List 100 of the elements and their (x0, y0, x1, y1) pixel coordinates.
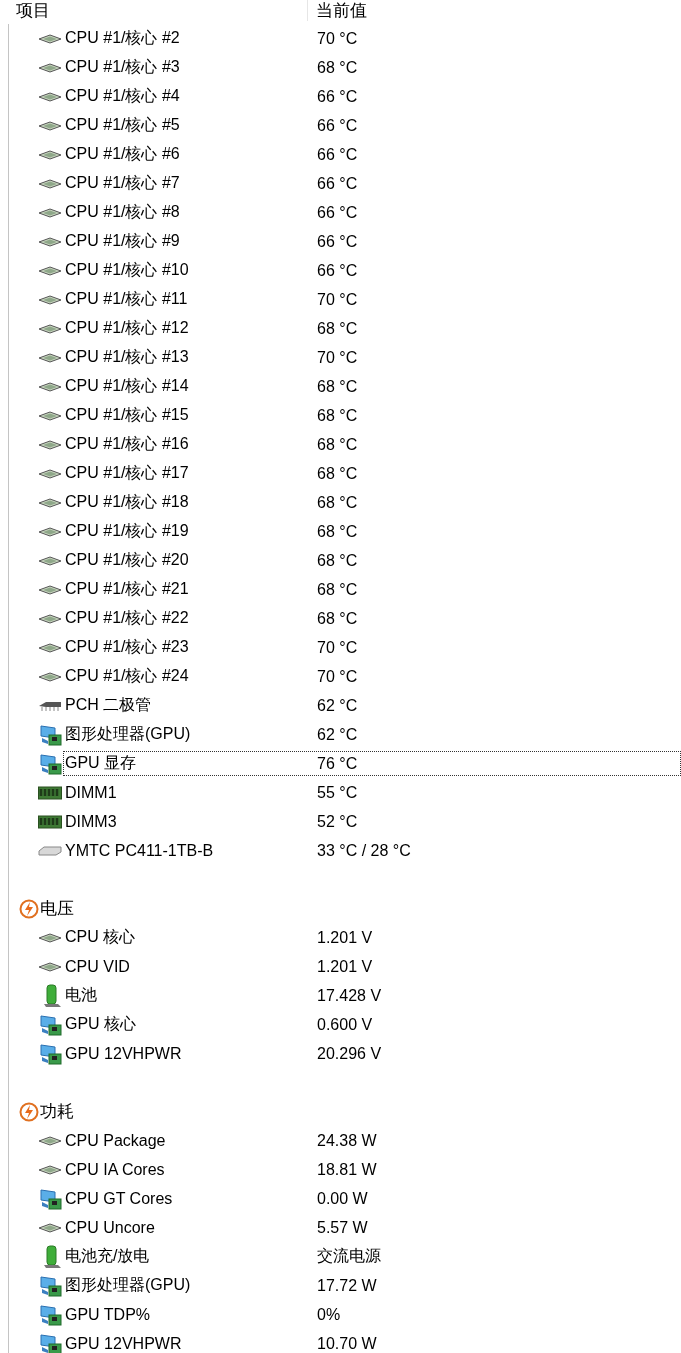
sensor-row[interactable]: CPU 核心 1.201 V (63, 925, 681, 950)
sensor-row[interactable]: CPU #1/核心 #15 68 °C (63, 403, 681, 428)
chip-icon (38, 352, 62, 363)
column-header[interactable]: 项目 (16, 1, 50, 20)
sensor-name: CPU #1/核心 #16 (64, 434, 190, 454)
chip-icon (38, 497, 62, 508)
sensor-name: CPU VID (64, 957, 131, 976)
sensor-row[interactable]: CPU #1/核心 #23 70 °C (63, 635, 681, 660)
section-heading[interactable]: 功耗 (40, 1100, 74, 1123)
sensor-value: 66 °C (317, 232, 358, 251)
chip-icon (38, 932, 62, 943)
chip-icon (38, 265, 62, 276)
sensor-row[interactable]: CPU #1/核心 #10 66 °C (63, 258, 681, 283)
sensor-name: CPU #1/核心 #8 (64, 202, 181, 222)
sensor-name: CPU #1/核心 #21 (64, 579, 190, 599)
sensor-name: CPU #1/核心 #13 (64, 347, 190, 367)
sensor-row[interactable]: CPU #1/核心 #19 68 °C (63, 519, 681, 544)
sensor-name: 图形处理器(GPU) (64, 724, 192, 744)
chip-icon (38, 91, 62, 102)
sensor-name: CPU #1/核心 #17 (64, 463, 190, 483)
sensor-value: 20.296 V (317, 1044, 382, 1063)
sensor-row[interactable]: CPU #1/核心 #3 68 °C (63, 55, 681, 80)
sensor-row[interactable]: CPU #1/核心 #14 68 °C (63, 374, 681, 399)
sensor-row[interactable]: CPU #1/核心 #12 68 °C (63, 316, 681, 341)
sensor-name: PCH 二极管 (64, 695, 153, 715)
sensor-value: 交流电源 (317, 1246, 381, 1266)
graphics-card-icon (40, 1013, 62, 1036)
sensor-row[interactable]: CPU #1/核心 #18 68 °C (63, 490, 681, 515)
sensor-row[interactable]: GPU 显存 76 °C (63, 751, 681, 776)
sensor-value: 68 °C (317, 493, 358, 512)
sensor-row[interactable]: CPU #1/核心 #8 66 °C (63, 200, 681, 225)
sensor-name: CPU #1/核心 #2 (64, 28, 181, 48)
sensor-value: 17.428 V (317, 986, 382, 1005)
chip-icon (38, 699, 62, 712)
sensor-name: CPU #1/核心 #5 (64, 115, 181, 135)
sensor-row[interactable]: CPU #1/核心 #16 68 °C (63, 432, 681, 457)
sensor-row[interactable]: GPU TDP% 0% (63, 1302, 681, 1327)
sensor-row[interactable]: CPU #1/核心 #21 68 °C (63, 577, 681, 602)
sensor-row[interactable]: YMTC PC411-1TB-B 33 °C / 28 °C (63, 838, 681, 863)
sensor-row[interactable]: CPU #1/核心 #2 70 °C (63, 26, 681, 51)
sensor-row[interactable]: CPU #1/核心 #17 68 °C (63, 461, 681, 486)
sensor-row[interactable]: CPU #1/核心 #6 66 °C (63, 142, 681, 167)
sensor-row[interactable]: 图形处理器(GPU) 62 °C (63, 722, 681, 747)
sensor-name: CPU Package (64, 1131, 167, 1150)
sensor-row[interactable]: CPU Uncore 5.57 W (63, 1215, 681, 1240)
sensor-value: 62 °C (317, 725, 358, 744)
sensor-value: 66 °C (317, 87, 358, 106)
sensor-row[interactable]: GPU 12VHPWR 20.296 V (63, 1041, 681, 1066)
chip-icon (38, 584, 62, 595)
section-heading[interactable]: 电压 (40, 897, 74, 920)
sensor-row[interactable]: 图形处理器(GPU) 17.72 W (63, 1273, 681, 1298)
sensor-row[interactable]: 电池 17.428 V (63, 983, 681, 1008)
sensor-value: 68 °C (317, 435, 358, 454)
sensor-value: 70 °C (317, 348, 358, 367)
sensor-row[interactable]: CPU #1/核心 #13 70 °C (63, 345, 681, 370)
sensor-row[interactable]: CPU #1/核心 #9 66 °C (63, 229, 681, 254)
sensor-value: 68 °C (317, 580, 358, 599)
sensor-name: CPU #1/核心 #12 (64, 318, 190, 338)
chip-icon (38, 526, 62, 537)
graphics-card-icon (40, 1187, 62, 1210)
sensor-value: 66 °C (317, 145, 358, 164)
sensor-row[interactable]: DIMM3 52 °C (63, 809, 681, 834)
sensor-row[interactable]: CPU #1/核心 #11 70 °C (63, 287, 681, 312)
sensor-row[interactable]: DIMM1 55 °C (63, 780, 681, 805)
sensor-row[interactable]: CPU GT Cores 0.00 W (63, 1186, 681, 1211)
chip-icon (38, 439, 62, 450)
sensor-value: 70 °C (317, 667, 358, 686)
sensor-value: 66 °C (317, 116, 358, 135)
sensor-row[interactable]: CPU #1/核心 #24 70 °C (63, 664, 681, 689)
sensor-value: 68 °C (317, 377, 358, 396)
sensor-row[interactable]: CPU #1/核心 #7 66 °C (63, 171, 681, 196)
sensor-value: 68 °C (317, 551, 358, 570)
sensor-name: 电池 (64, 985, 98, 1005)
chip-icon (38, 642, 62, 653)
sensor-value: 68 °C (317, 58, 358, 77)
sensor-row[interactable]: CPU Package 24.38 W (63, 1128, 681, 1153)
sensor-value: 18.81 W (317, 1160, 377, 1179)
sensor-value: 70 °C (317, 290, 358, 309)
sensor-row[interactable]: CPU #1/核心 #20 68 °C (63, 548, 681, 573)
chip-icon (38, 555, 62, 566)
sensor-name: GPU 显存 (64, 753, 138, 773)
sensor-name: CPU #1/核心 #11 (64, 289, 189, 309)
column-header[interactable]: 当前值 (316, 1, 367, 20)
sensor-value: 66 °C (317, 174, 358, 193)
sensor-name: 电池充/放电 (64, 1246, 151, 1266)
sensor-row[interactable]: CPU VID 1.201 V (63, 954, 681, 979)
sensor-row[interactable]: CPU #1/核心 #5 66 °C (63, 113, 681, 138)
sensor-row[interactable]: 电池充/放电 交流电源 (63, 1244, 681, 1269)
sensor-row[interactable]: GPU 12VHPWR 10.70 W (63, 1331, 681, 1353)
sensor-value: 68 °C (317, 464, 358, 483)
graphics-card-icon (40, 1303, 62, 1326)
sensor-value: 68 °C (317, 609, 358, 628)
chip-icon (38, 62, 62, 73)
sensor-row[interactable]: CPU #1/核心 #22 68 °C (63, 606, 681, 631)
sensor-row[interactable]: CPU IA Cores 18.81 W (63, 1157, 681, 1182)
sensor-value: 1.201 V (317, 928, 373, 947)
sensor-row[interactable]: CPU #1/核心 #4 66 °C (63, 84, 681, 109)
sensor-row[interactable]: GPU 核心 0.600 V (63, 1012, 681, 1037)
sensor-row[interactable]: PCH 二极管 62 °C (63, 693, 681, 718)
chip-icon (38, 120, 62, 131)
